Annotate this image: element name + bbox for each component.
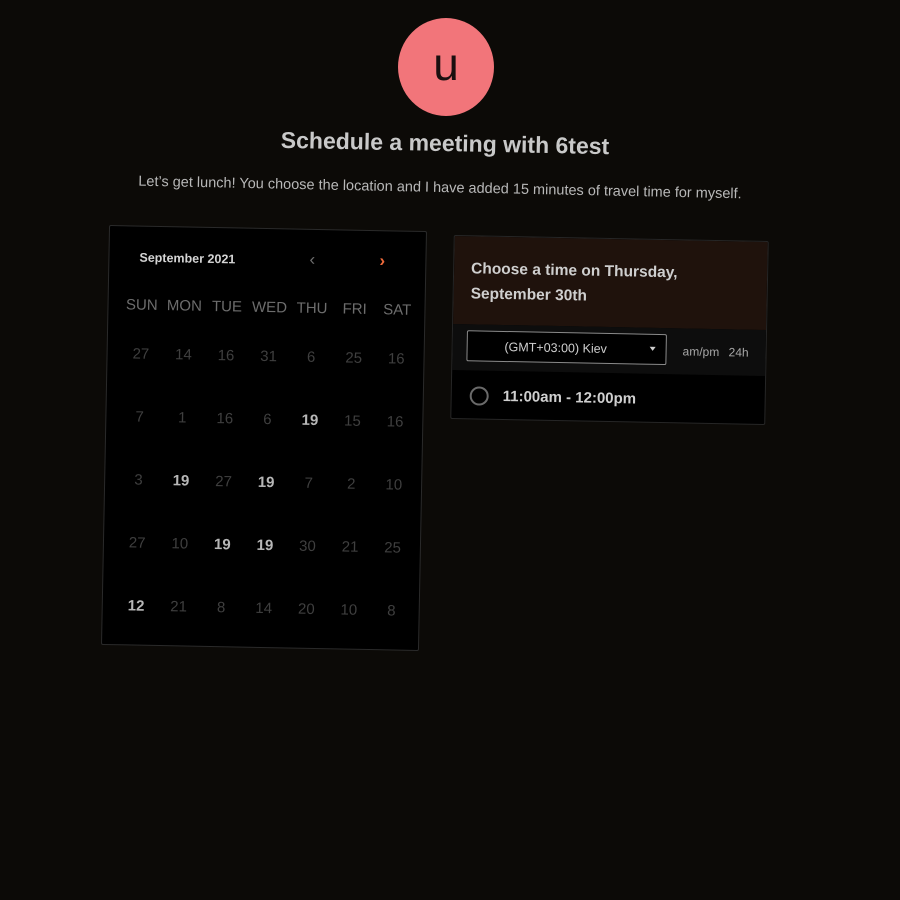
calendar-day: 10 bbox=[171, 535, 189, 553]
calendar-day: 14 bbox=[174, 346, 192, 364]
avatar-letter: u bbox=[433, 38, 459, 90]
radio-icon[interactable] bbox=[469, 385, 489, 406]
calendar-day: 21 bbox=[170, 598, 188, 616]
calendar-week-row: 27 10 19 19 30 21 25 bbox=[115, 523, 414, 592]
calendar-day: 8 bbox=[216, 599, 226, 617]
time-panel-heading: Choose a time on Thursday, September 30t… bbox=[453, 236, 768, 331]
calendar-day-available[interactable]: 12 bbox=[114, 586, 158, 650]
calendar: September 2021 ‹ › SUN MON TUE WED THU F… bbox=[100, 224, 428, 652]
calendar-week-row: 7 1 16 6 19 15 16 bbox=[118, 397, 417, 466]
calendar-day-available[interactable]: 19 bbox=[243, 526, 287, 590]
calendar-day: 16 bbox=[217, 347, 235, 365]
timezone-select[interactable]: (GMT+03:00) Kiev bbox=[466, 330, 667, 366]
calendar-day: 6 bbox=[263, 410, 272, 429]
calendar-day: 6 bbox=[306, 348, 316, 366]
calendar-day: 31 bbox=[260, 347, 278, 366]
calendar-month-label: September 2021 bbox=[139, 250, 236, 267]
calendar-day: 16 bbox=[387, 350, 405, 368]
calendar-day: 27 bbox=[128, 534, 146, 552]
calendar-day: 3 bbox=[134, 471, 143, 489]
calendar-day: 2 bbox=[346, 475, 356, 493]
calendar-day: 8 bbox=[387, 602, 396, 620]
calendar-day: 16 bbox=[216, 410, 234, 428]
calendar-day-available[interactable]: 19 bbox=[288, 400, 332, 464]
format-24h-toggle[interactable]: 24h bbox=[728, 345, 748, 359]
calendar-day: 10 bbox=[385, 476, 403, 494]
weekday-label: THU bbox=[296, 299, 328, 318]
calendar-grid: 27 14 16 31 6 25 16 7 1 16 6 19 15 16 3 19 27 19 7 2 10 27 10 1… bbox=[114, 334, 418, 655]
avatar: u bbox=[398, 18, 494, 116]
calendar-day: 14 bbox=[255, 599, 273, 618]
weekday-label: FRI bbox=[342, 300, 367, 318]
weekday-header: SUN MON TUE WED THU FRI SAT bbox=[120, 296, 418, 319]
weekday-label: SUN bbox=[125, 296, 158, 314]
calendar-day: 20 bbox=[297, 600, 315, 619]
weekday-label: TUE bbox=[211, 297, 243, 316]
calendar-week-row: 3 19 27 19 7 2 10 bbox=[116, 460, 415, 529]
weekday-label: MON bbox=[166, 297, 203, 315]
calendar-day: 1 bbox=[177, 409, 187, 427]
time-selection-panel: Choose a time on Thursday, September 30t… bbox=[450, 234, 769, 426]
weekday-label: SAT bbox=[382, 301, 412, 319]
format-ampm-toggle[interactable]: am/pm bbox=[682, 344, 719, 359]
calendar-day: 7 bbox=[304, 474, 314, 492]
time-slot[interactable]: 11:00am - 12:00pm bbox=[451, 370, 765, 425]
calendar-day: 16 bbox=[386, 413, 404, 431]
calendar-day: 27 bbox=[215, 473, 233, 491]
timezone-row: (GMT+03:00) Kiev am/pm 24h bbox=[452, 323, 767, 376]
calendar-day-available[interactable]: 19 bbox=[244, 463, 288, 527]
chevron-left-icon[interactable]: ‹ bbox=[309, 250, 315, 270]
calendar-day: 21 bbox=[341, 538, 359, 556]
calendar-day: 25 bbox=[384, 539, 402, 557]
calendar-week-row: 12 21 8 14 20 10 8 bbox=[114, 586, 413, 655]
scheduling-page: u Schedule a meeting with 6test Let’s ge… bbox=[0, 0, 900, 900]
time-panel-heading-line2: September 30th bbox=[470, 285, 588, 305]
chevron-right-icon[interactable]: › bbox=[379, 251, 385, 271]
caret-down-icon bbox=[649, 346, 656, 351]
calendar-day: 10 bbox=[340, 601, 358, 619]
calendar-day-available[interactable]: 19 bbox=[200, 525, 244, 589]
timezone-value: (GMT+03:00) Kiev bbox=[504, 339, 608, 356]
time-slot-label: 11:00am - 12:00pm bbox=[502, 387, 637, 408]
calendar-day: 25 bbox=[345, 349, 363, 367]
calendar-day: 30 bbox=[298, 537, 316, 556]
calendar-day: 27 bbox=[132, 345, 150, 363]
calendar-day: 15 bbox=[343, 412, 361, 430]
page-title: Schedule a meeting with 6test bbox=[280, 126, 610, 160]
weekday-label: WED bbox=[251, 298, 288, 317]
meeting-description: Let’s get lunch! You choose the location… bbox=[138, 173, 742, 203]
calendar-day: 7 bbox=[135, 408, 144, 426]
calendar-week-row: 27 14 16 31 6 25 16 bbox=[119, 334, 418, 403]
calendar-day-available[interactable]: 19 bbox=[159, 461, 203, 525]
